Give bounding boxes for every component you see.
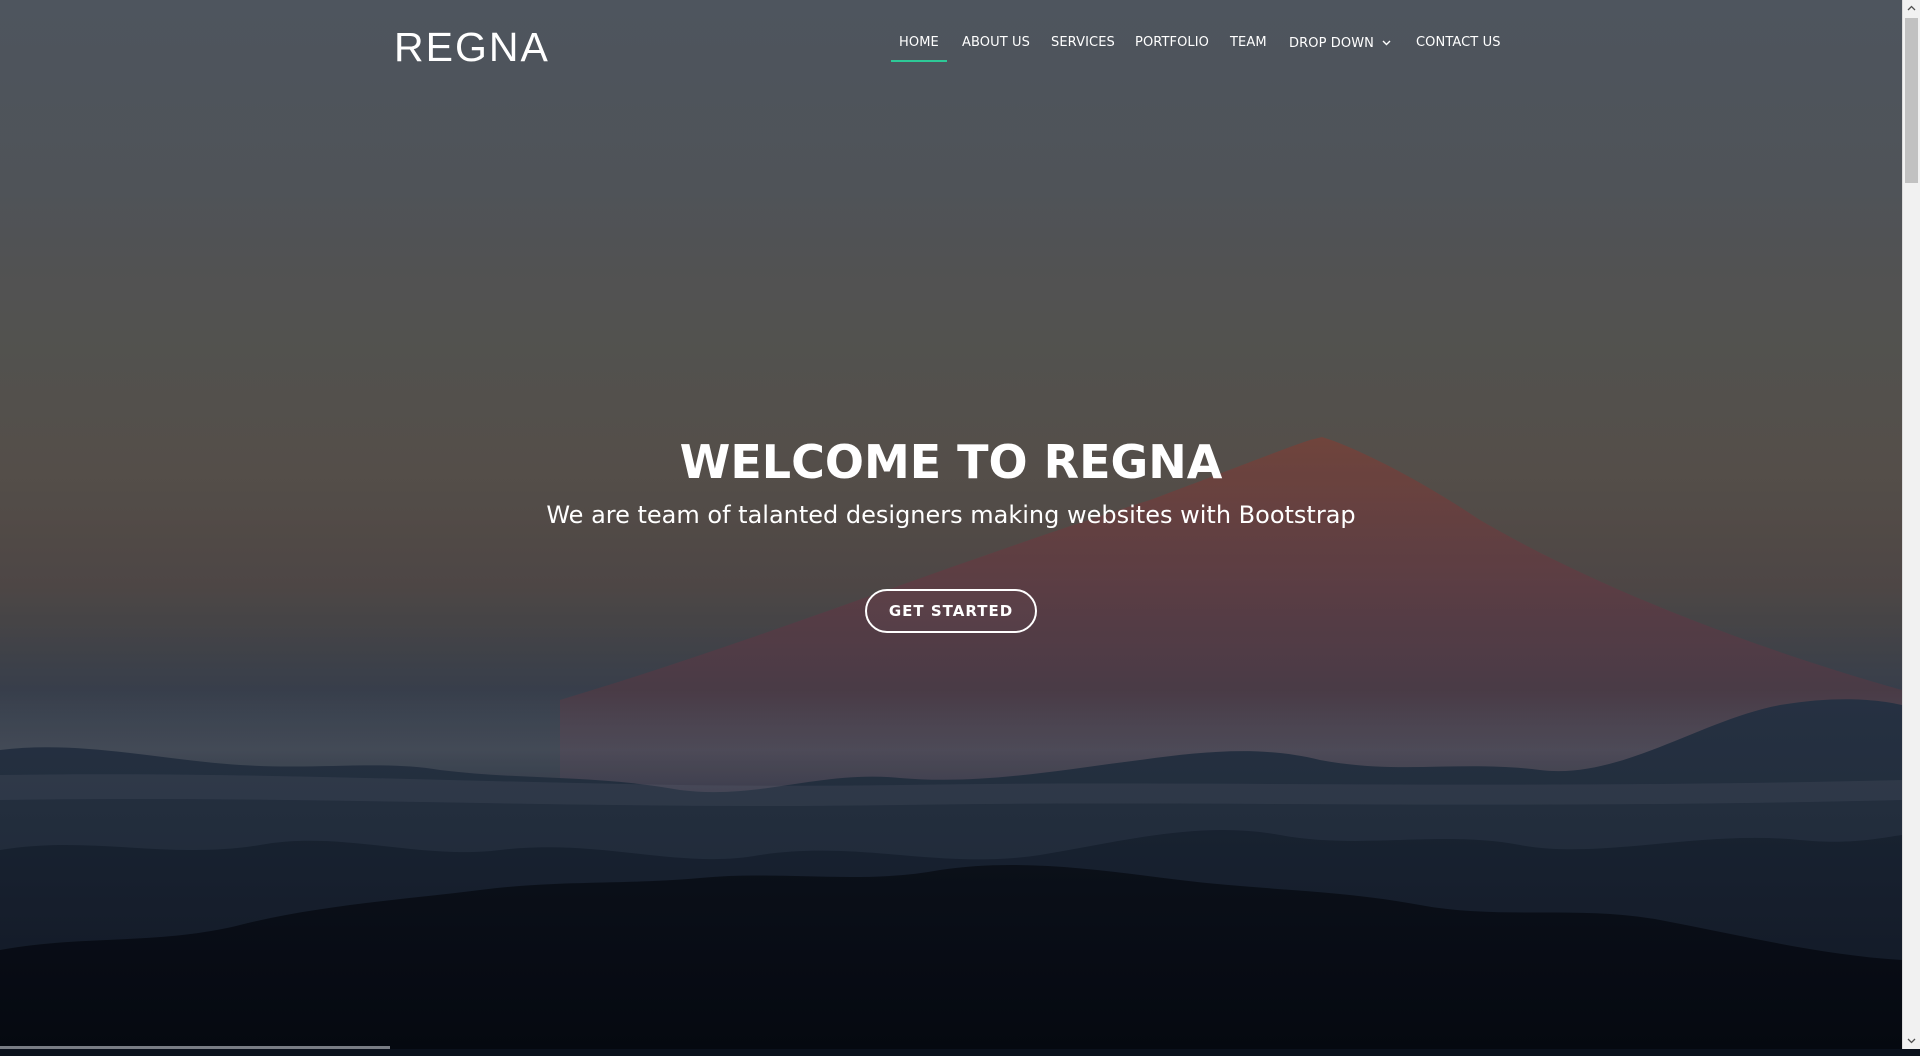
hero-subtitle: We are team of talanted designers making… [546,501,1356,529]
scroll-up-arrow-icon[interactable] [1903,0,1920,17]
nav-item-drop-down[interactable]: DROP DOWN [1289,33,1391,54]
scrollbar-thumb[interactable] [1905,18,1918,183]
nav-item-portfolio[interactable]: PORTFOLIO [1135,33,1209,53]
nav-item-services[interactable]: SERVICES [1051,33,1115,53]
main-navigation: HOME ABOUT US SERVICES PORTFOLIO TEAM DR… [0,33,1902,63]
page-scrollbar[interactable] [1902,0,1920,1049]
site-header: REGNA HOME ABOUT US SERVICES PORTFOLIO T… [0,0,1902,92]
nav-item-contact-us[interactable]: CONTACT US [1416,33,1501,53]
nav-item-drop-down-label: DROP DOWN [1289,36,1374,51]
hero-section: WELCOME TO REGNA We are team of talanted… [0,0,1902,1049]
hero-title: WELCOME TO REGNA [679,435,1223,489]
scroll-down-arrow-icon[interactable] [1903,1032,1920,1049]
get-started-button[interactable]: GET STARTED [865,589,1037,633]
nav-item-team[interactable]: TEAM [1230,33,1267,53]
nav-item-home[interactable]: HOME [891,33,947,62]
nav-item-about-us[interactable]: ABOUT US [962,33,1030,53]
chevron-down-icon [1382,33,1391,53]
browser-viewport: REGNA HOME ABOUT US SERVICES PORTFOLIO T… [0,0,1902,1049]
